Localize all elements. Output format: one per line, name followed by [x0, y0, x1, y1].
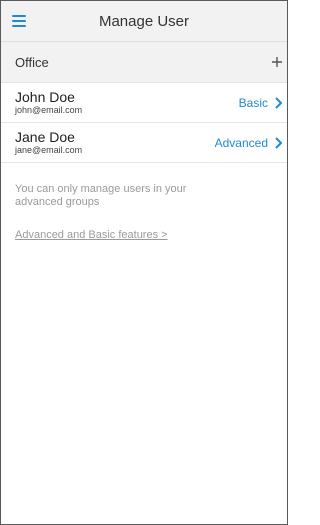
chevron-right-icon[interactable] — [274, 136, 283, 149]
user-email: jane@email.com — [15, 144, 83, 155]
features-link[interactable]: Advanced and Basic features > — [15, 229, 273, 241]
user-email: john@email.com — [15, 104, 83, 115]
user-level-group: Advanced — [215, 136, 287, 150]
plus-icon[interactable] — [259, 42, 287, 83]
app-window: Manage User Office John Doe john@email.c… — [0, 0, 288, 525]
user-name: John Doe — [15, 88, 75, 105]
page-title: Manage User — [98, 12, 190, 30]
title-bar: Manage User — [1, 1, 287, 42]
user-level: Advanced — [214, 135, 268, 150]
permission-note: You can only manage users in your advanc… — [15, 183, 187, 208]
user-level-group: Basic — [239, 96, 287, 110]
group-title: Office — [15, 54, 49, 70]
user-info: John Doe john@email.com — [15, 88, 83, 116]
chevron-right-icon[interactable] — [274, 96, 283, 109]
user-info: Jane Doe jane@email.com — [15, 128, 83, 156]
user-name: Jane Doe — [15, 128, 75, 145]
user-row-jane[interactable]: Jane Doe jane@email.com Advanced — [1, 123, 287, 163]
user-level: Basic — [238, 95, 268, 110]
hamburger-menu-icon[interactable] — [1, 1, 37, 41]
user-row-john[interactable]: John Doe john@email.com Basic — [1, 83, 287, 123]
group-header: Office — [1, 42, 287, 83]
